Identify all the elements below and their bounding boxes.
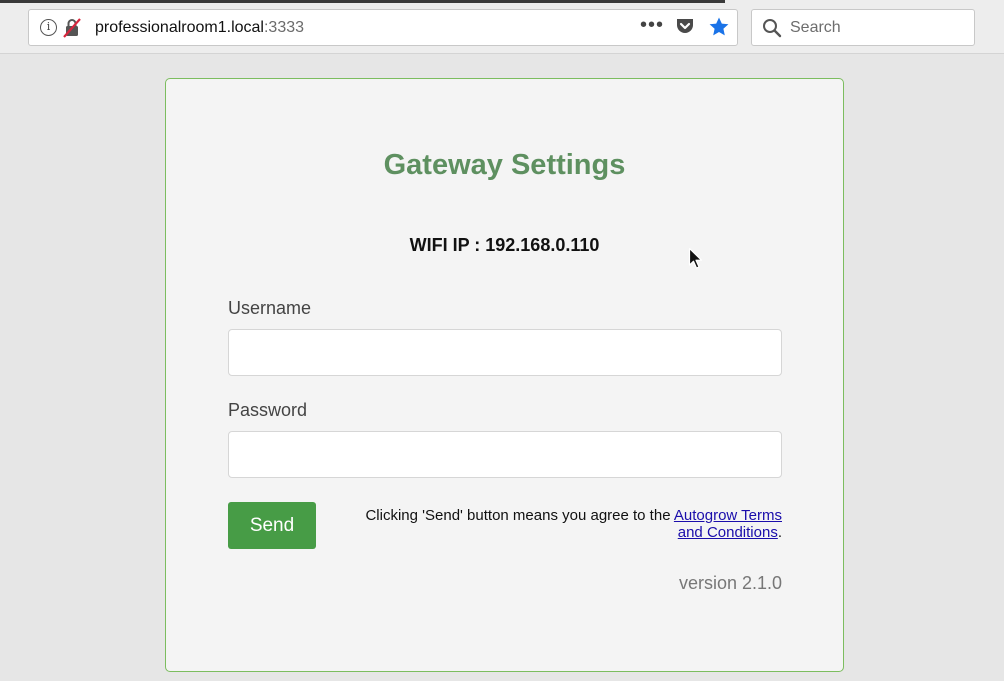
browser-toolbar: i professionalroom1.local:3333 ••• [0,0,1004,54]
username-field[interactable] [228,329,782,376]
url-bar[interactable]: i professionalroom1.local:3333 [28,9,738,46]
page-title: Gateway Settings [383,149,626,181]
send-button[interactable]: Send [228,502,316,549]
password-label: Password [228,400,308,420]
search-icon [763,19,782,38]
insecure-connection-icon[interactable] [63,18,81,38]
version-text: version 2.1.0 [678,573,782,593]
mouse-cursor-icon [688,247,703,269]
password-field[interactable] [228,431,782,478]
url-text[interactable]: professionalroom1.local:3333 [95,19,304,37]
username-label: Username [228,298,312,318]
gateway-settings-card: Gateway Settings WIFI IP : 192.168.0.110… [165,78,844,672]
search-input[interactable] [790,17,968,39]
more-actions-icon[interactable]: ••• [640,13,664,37]
tab-strip-edge [0,0,725,3]
terms-link[interactable]: Autogrow Terms and Conditions [674,507,782,541]
terms-prefix: Clicking 'Send' button means you agree t… [365,507,674,524]
terms-notice: Clicking 'Send' button means you agree t… [356,507,782,541]
terms-suffix: . [777,524,782,541]
wifi-ip-text: WIFI IP : 192.168.0.110 [409,235,600,255]
url-port: :3333 [263,19,305,36]
search-bar[interactable] [751,9,975,46]
info-icon[interactable]: i [40,19,57,36]
url-host: professionalroom1.local [95,19,264,36]
